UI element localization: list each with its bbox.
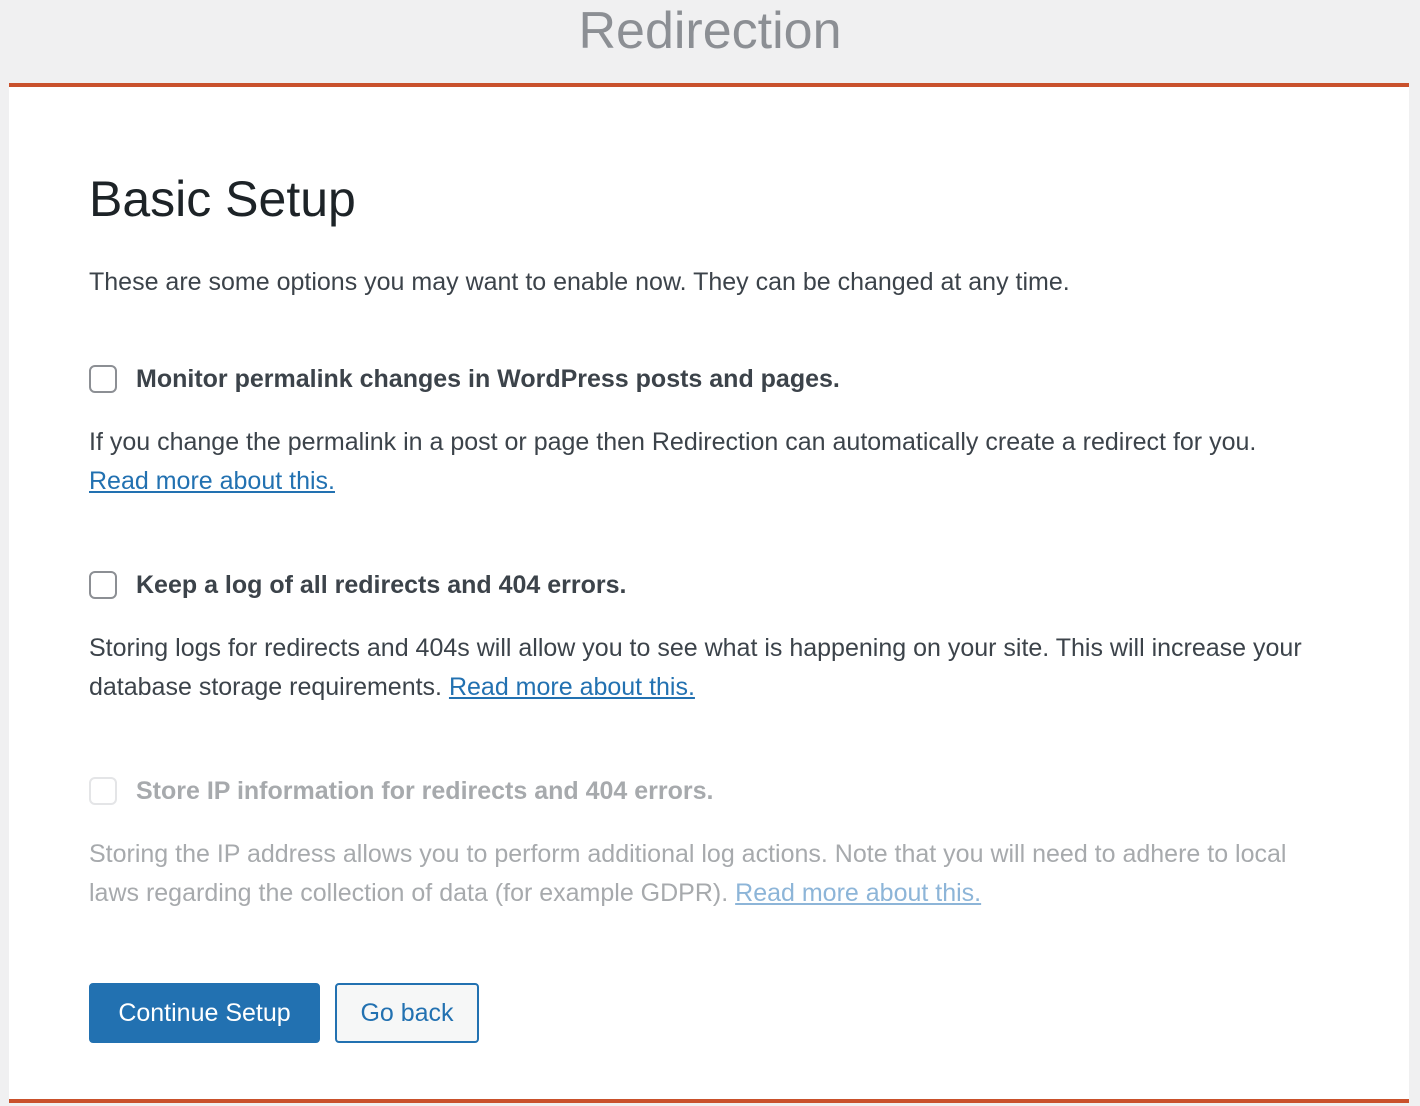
app-title: Redirection xyxy=(578,2,842,60)
page-title: Basic Setup xyxy=(89,171,356,227)
option-description-text: If you change the permalink in a post or… xyxy=(89,428,1257,456)
option-label[interactable]: Keep a log of all redirects and 404 erro… xyxy=(136,571,626,600)
option-description: Storing logs for redirects and 404s will… xyxy=(89,629,1319,707)
go-back-button[interactable]: Go back xyxy=(335,983,479,1043)
read-more-link[interactable]: Read more about this. xyxy=(89,467,335,495)
keep-log-checkbox[interactable] xyxy=(89,571,117,599)
option-description-text: Storing the IP address allows you to per… xyxy=(89,840,1287,907)
option-row: Store IP information for redirects and 4… xyxy=(89,773,1319,809)
store-ip-checkbox xyxy=(89,777,117,805)
option-label[interactable]: Monitor permalink changes in WordPress p… xyxy=(136,365,840,394)
option-store-ip: Store IP information for redirects and 4… xyxy=(89,773,1319,913)
option-keep-log: Keep a log of all redirects and 404 erro… xyxy=(89,567,1319,707)
option-description: If you change the permalink in a post or… xyxy=(89,423,1319,501)
intro-text: These are some options you may want to e… xyxy=(89,268,1070,296)
option-label: Store IP information for redirects and 4… xyxy=(136,776,714,805)
option-row: Keep a log of all redirects and 404 erro… xyxy=(89,567,1319,603)
option-description: Storing the IP address allows you to per… xyxy=(89,835,1319,913)
read-more-link: Read more about this. xyxy=(735,879,982,907)
option-description-text: Storing logs for redirects and 404s will… xyxy=(89,634,1302,701)
continue-setup-button[interactable]: Continue Setup xyxy=(89,983,320,1043)
setup-actions: Continue Setup Go back xyxy=(89,983,479,1043)
option-monitor-permalinks: Monitor permalink changes in WordPress p… xyxy=(89,361,1319,501)
read-more-link[interactable]: Read more about this. xyxy=(449,673,695,701)
setup-panel: Basic Setup These are some options you m… xyxy=(9,83,1409,1103)
monitor-permalinks-checkbox[interactable] xyxy=(89,365,117,393)
option-row: Monitor permalink changes in WordPress p… xyxy=(89,361,1319,397)
